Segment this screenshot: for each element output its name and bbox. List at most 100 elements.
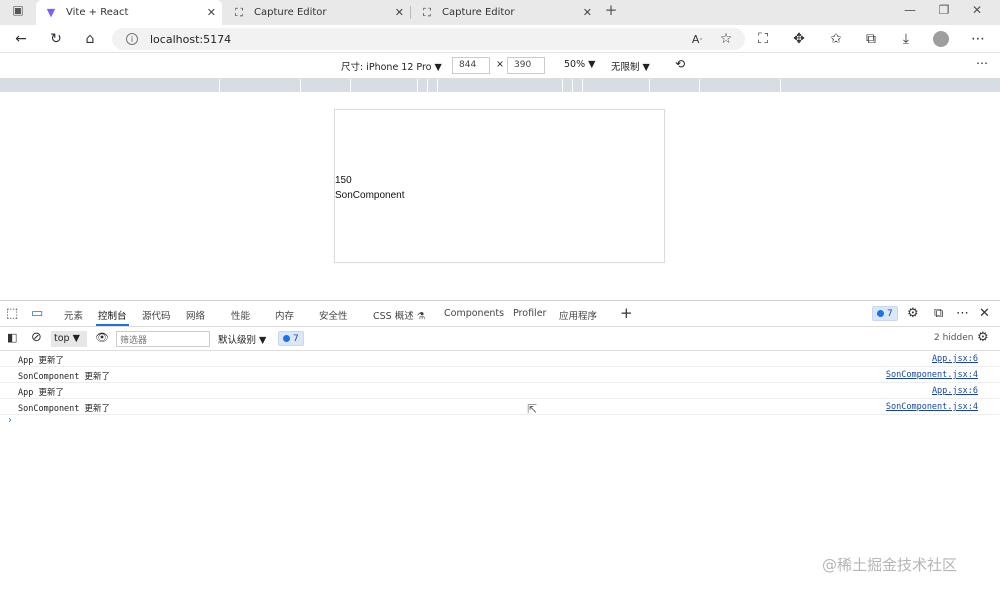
device-frame: 150 SonComponent — [334, 109, 665, 263]
read-aloud-icon[interactable]: Aᐧ — [686, 29, 708, 49]
tab-label: Vite + React — [66, 7, 129, 18]
gear-icon[interactable]: ⚙ — [977, 330, 989, 345]
dock-icon[interactable]: ⧉ — [934, 306, 943, 321]
console-message: SonComponent 更新了 SonComponent.jsx:4 — [0, 399, 1000, 415]
favorites-icon[interactable]: ✩ — [825, 29, 847, 49]
context-label: top — [54, 333, 70, 344]
url-text[interactable]: localhost:5174 — [150, 33, 231, 46]
device-toggle-icon[interactable]: ▭ — [31, 306, 43, 321]
tab-sources[interactable]: 源代码 — [142, 308, 171, 322]
message-text: App 更新了 — [18, 388, 64, 398]
tab-capture-editor-2[interactable]: ⛶ Capture Editor ✕ — [412, 0, 598, 25]
address-bar: ← ↻ ⌂ i localhost:5174 Aᐧ ☆ ⛶ ✥ ✩ ⧉ ⤓ ⋯ — [0, 25, 1000, 53]
tab-memory[interactable]: 内存 — [275, 308, 294, 322]
media-query-bar[interactable] — [0, 79, 1000, 92]
page-viewport: 150 SonComponent — [0, 92, 1000, 299]
issues-badge[interactable]: 7 — [872, 306, 898, 321]
close-icon[interactable]: ✕ — [207, 6, 216, 19]
close-icon[interactable]: ✕ — [395, 6, 404, 19]
levels-select[interactable]: 默认级别 ▼ — [218, 332, 266, 346]
tab-performance[interactable]: 性能 — [231, 308, 250, 322]
console-toolbar: ◧ ⊘ top ▼ 👁 筛选器 默认级别 ▼ 7 2 hidden ⚙ — [0, 327, 1000, 351]
context-select[interactable]: top ▼ — [51, 331, 87, 347]
capture-icon[interactable]: ⛶ — [752, 29, 774, 49]
device-select[interactable]: 尺寸: iPhone 12 Pro ▼ — [341, 59, 442, 73]
tab-vite-react[interactable]: ▼ Vite + React ✕ — [36, 0, 222, 25]
tab-profiler[interactable]: Profiler — [513, 308, 546, 319]
zoom-select[interactable]: 50% ▼ — [564, 59, 595, 70]
add-tab-icon[interactable]: + — [620, 304, 633, 322]
new-tab-icon[interactable]: + — [601, 1, 621, 19]
capture-icon: ⛶ — [423, 5, 431, 19]
console-issues-badge[interactable]: 7 — [278, 331, 304, 346]
filter-input[interactable]: 筛选器 — [116, 331, 210, 347]
devtools-tab-bar: ⬚ ▭ 元素 控制台 源代码 网络 性能 内存 安全性 CSS 概述 ⚗ Com… — [0, 301, 1000, 327]
chevron-down-icon: ▼ — [434, 62, 442, 73]
tab-css-overview[interactable]: CSS 概述 ⚗ — [373, 308, 425, 322]
tab-capture-editor-1[interactable]: ⛶ Capture Editor ✕ — [224, 0, 410, 25]
rotate-icon[interactable]: ⟲ — [675, 57, 685, 71]
inspect-icon[interactable]: ⬚ — [6, 306, 18, 321]
console-message: SonComponent 更新了 SonComponent.jsx:4 — [0, 367, 1000, 383]
restore-icon[interactable]: ❐ — [934, 3, 954, 17]
window-close-icon[interactable]: ✕ — [967, 3, 987, 17]
gear-icon[interactable]: ⚙ — [907, 306, 919, 321]
throttle-select[interactable]: 无限制 ▼ — [611, 59, 650, 73]
message-text: SonComponent 更新了 — [18, 372, 111, 382]
source-link[interactable]: SonComponent.jsx:4 — [886, 402, 978, 412]
chevron-down-icon: ▼ — [259, 335, 267, 346]
avatar[interactable] — [933, 31, 949, 47]
tab-label: CSS 概述 — [373, 311, 414, 322]
tab-components[interactable]: Components — [444, 308, 504, 319]
clear-console-icon[interactable]: ⊘ — [31, 330, 42, 345]
chevron-down-icon: ▼ — [588, 59, 596, 70]
tab-elements[interactable]: 元素 — [64, 308, 83, 322]
more-icon[interactable]: ⋯ — [967, 29, 989, 49]
console-message: App 更新了 App.jsx:6 — [0, 383, 1000, 399]
console-prompt[interactable]: › — [8, 415, 12, 426]
mouse-cursor-icon: ⇱ — [527, 402, 538, 416]
zoom-label: 50% — [564, 59, 586, 70]
back-icon[interactable]: ← — [10, 29, 32, 49]
issue-icon — [283, 335, 290, 342]
hidden-count: 2 hidden — [934, 333, 974, 343]
sidebar-toggle-icon[interactable]: ◧ — [7, 331, 17, 344]
capture-icon: ⛶ — [235, 5, 243, 19]
home-icon[interactable]: ⌂ — [79, 29, 101, 49]
reload-icon[interactable]: ↻ — [45, 29, 67, 49]
width-input[interactable]: 844 — [452, 57, 490, 74]
watermark: @稀土掘金技术社区 — [822, 556, 958, 574]
component-text: SonComponent — [335, 190, 405, 201]
console-message: App 更新了 App.jsx:6 — [0, 351, 1000, 367]
collections-icon[interactable]: ⧉ — [860, 29, 882, 49]
message-text: SonComponent 更新了 — [18, 404, 111, 414]
downloads-icon[interactable]: ⤓ — [895, 29, 917, 49]
minimize-icon[interactable]: — — [900, 3, 920, 17]
source-link[interactable]: App.jsx:6 — [932, 386, 978, 396]
source-link[interactable]: SonComponent.jsx:4 — [886, 370, 978, 380]
omnibox[interactable]: i localhost:5174 — [112, 28, 745, 50]
live-expression-icon[interactable]: 👁 — [95, 331, 109, 344]
flask-icon: ⚗ — [416, 311, 426, 322]
device-label: 尺寸: iPhone 12 Pro — [341, 62, 432, 73]
source-link[interactable]: App.jsx:6 — [932, 354, 978, 364]
issues-count: 7 — [293, 333, 299, 344]
chevron-down-icon: ▼ — [642, 62, 650, 73]
more-icon[interactable]: ⋯ — [956, 306, 969, 321]
close-icon[interactable]: ✕ — [979, 306, 990, 321]
tab-console[interactable]: 控制台 — [96, 308, 129, 326]
extensions-icon[interactable]: ✥ — [788, 29, 810, 49]
tab-application[interactable]: 应用程序 — [559, 308, 597, 322]
height-input[interactable]: 390 — [507, 57, 545, 74]
more-icon[interactable]: ⋯ — [976, 56, 988, 70]
message-text: App 更新了 — [18, 356, 64, 366]
tab-security[interactable]: 安全性 — [319, 308, 348, 322]
count-text: 150 — [335, 175, 352, 186]
device-toolbar: 尺寸: iPhone 12 Pro ▼ 844 × 390 50% ▼ 无限制 … — [0, 53, 1000, 79]
issue-icon — [877, 310, 884, 317]
info-icon[interactable]: i — [126, 33, 138, 45]
favorite-add-icon[interactable]: ☆ — [715, 29, 737, 49]
tab-network[interactable]: 网络 — [186, 308, 205, 322]
tab-actions-icon[interactable]: ▣ — [8, 3, 28, 17]
close-icon[interactable]: ✕ — [583, 6, 592, 19]
